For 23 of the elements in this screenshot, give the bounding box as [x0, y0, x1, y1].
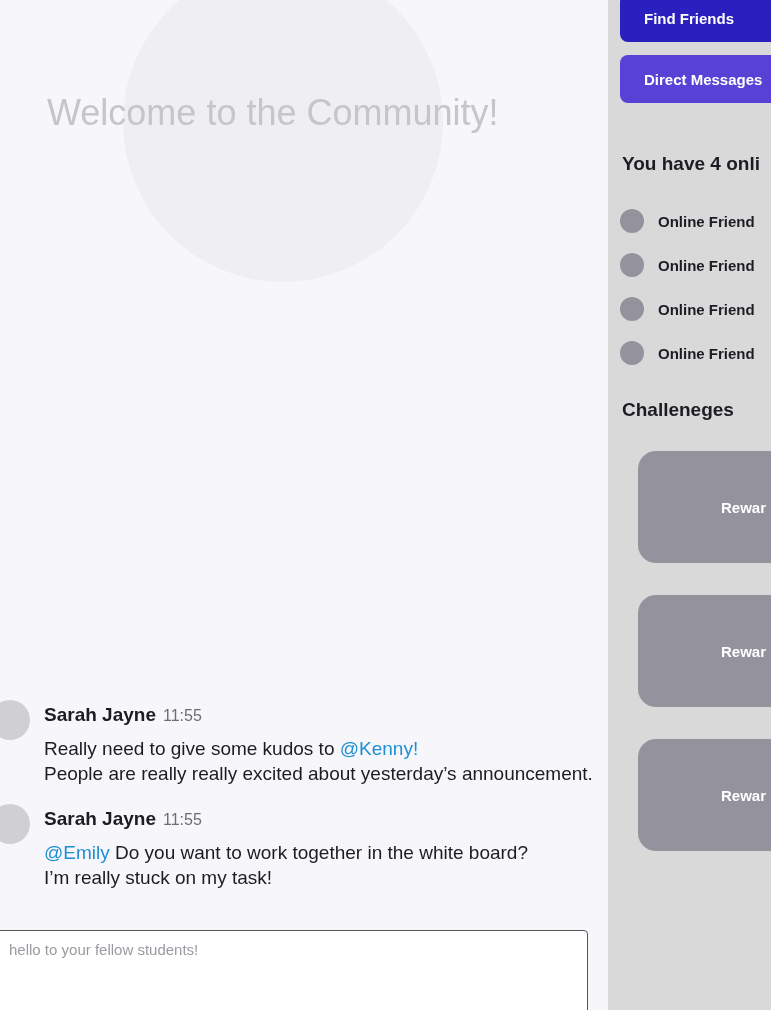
avatar — [0, 804, 30, 844]
message-text: Really need to give some kudos to @Kenny! People are really really excited about yesterday’s announcement. — [44, 737, 593, 786]
author-name: Sarah Jayne — [44, 704, 156, 726]
avatar — [0, 700, 30, 740]
avatar — [620, 209, 644, 233]
avatar — [620, 297, 644, 321]
message-time: 11:55 — [162, 811, 202, 829]
message-input[interactable]: hello to your fellow students! — [0, 930, 588, 1010]
mention-link[interactable]: @Kenny! — [339, 738, 419, 759]
messages-button[interactable]: Direct Messages — [620, 55, 771, 103]
author-name: Sarah Jayne — [44, 808, 156, 830]
message-time: 11:55 — [162, 707, 202, 725]
avatar — [620, 253, 644, 277]
friend-name[interactable]: Online Friend — [658, 344, 755, 362]
message-text: @Emily Do you want to work together in the white board? I’m really stuck on my task! — [44, 841, 528, 890]
find-friends-button[interactable]: Find Friends — [620, 0, 771, 42]
section-heading: You have 4 onli — [622, 153, 761, 175]
friend-name[interactable]: Online Friend — [658, 300, 755, 318]
avatar — [620, 341, 644, 365]
mention-link[interactable]: @Emily — [44, 842, 110, 863]
section-heading: Challeneges — [622, 399, 735, 421]
friend-name[interactable]: Online Friend — [658, 212, 755, 230]
friend-name[interactable]: Online Friend — [658, 256, 755, 274]
